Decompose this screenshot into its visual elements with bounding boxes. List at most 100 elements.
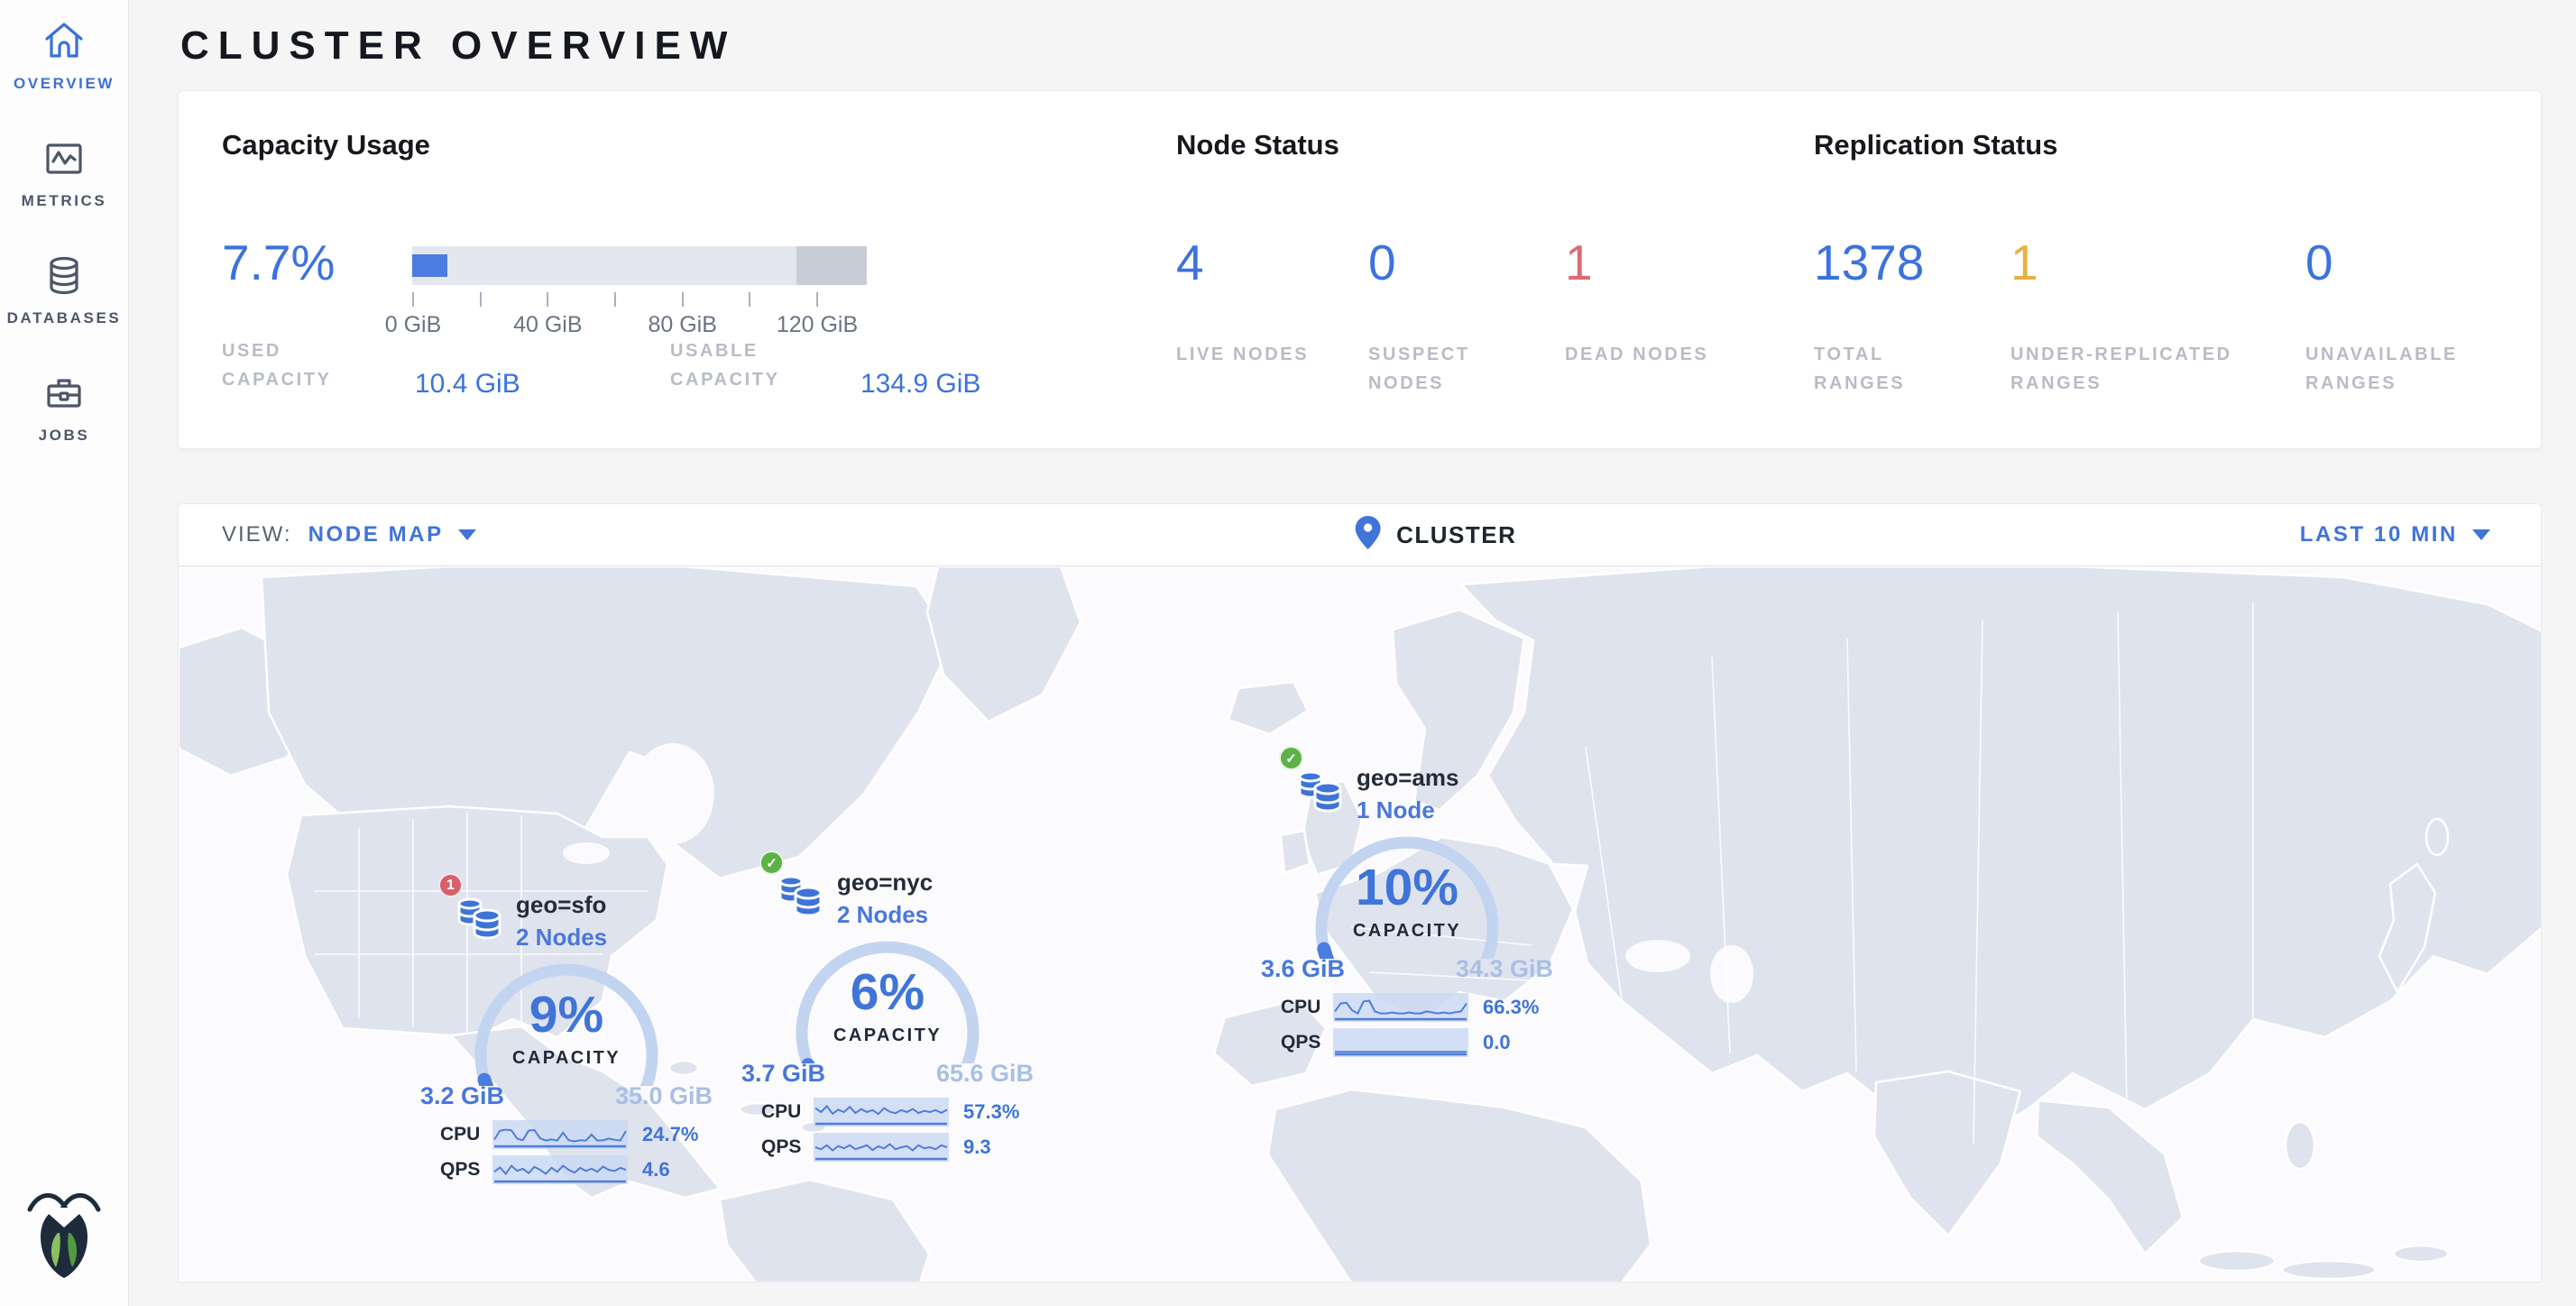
capacity-bar: 0 GiB40 GiB80 GiB120 GiB [412, 246, 867, 339]
breadcrumb-cluster-label: CLUSTER [1396, 521, 1516, 549]
sidebar-item-jobs[interactable]: JOBS [0, 352, 128, 469]
qps-label: QPS [440, 1159, 492, 1181]
database-stack-icon [774, 867, 830, 927]
locality-usable-capacity: 35.0 GiB [615, 1082, 713, 1110]
qps-value: 9.3 [963, 1136, 991, 1159]
unavailable-ranges-count: 0 [2305, 234, 2333, 291]
dead-nodes-label: DEAD NODES [1565, 340, 1718, 369]
locality-name: geo=ams [1357, 764, 1458, 792]
locality-name: geo=sfo [516, 891, 606, 919]
cpu-sparkline [814, 1098, 949, 1127]
qps-label: QPS [761, 1136, 814, 1158]
locality-node-count: 2 Nodes [516, 924, 607, 952]
capacity-word: CAPACITY [413, 1048, 720, 1069]
locality-used-capacity: 3.7 GiB [741, 1060, 825, 1088]
view-mode-dropdown[interactable]: NODE MAP [308, 522, 476, 547]
qps-value: 4.6 [642, 1158, 670, 1182]
capacity-word: CAPACITY [734, 1025, 1041, 1046]
qps-label: QPS [1281, 1032, 1333, 1053]
sidebar-item-label: OVERVIEW [14, 75, 115, 93]
capacity-axis-tick [412, 292, 414, 307]
capacity-axis-tick-label: 0 GiB [385, 312, 442, 338]
live-nodes-label: LIVE NODES [1176, 340, 1329, 369]
cluster-summary-panel: Capacity Usage 7.7% 0 GiB 40 GiB 80 GiB 120… [178, 90, 2542, 449]
database-icon [42, 254, 86, 298]
capacity-axis-tick-label: 40 GiB [513, 312, 582, 338]
map-locality-geo=ams[interactable]: ✓ geo=ams 1 Node 10% CAPACITY [1254, 757, 1560, 1068]
capacity-axis-tick [682, 292, 684, 307]
capacity-axis-tick-label: 120 GiB [777, 312, 858, 338]
sidebar-item-label: DATABASES [7, 309, 122, 327]
capacity-usage-heading: Capacity Usage [222, 129, 430, 161]
usable-capacity-value: 134.9 GiB [860, 369, 980, 400]
sidebar-item-databases[interactable]: DATABASES [0, 235, 128, 352]
database-stack-icon [453, 889, 509, 950]
time-range-value: LAST 10 MIN [2300, 522, 2458, 547]
qps-sparkline [492, 1155, 628, 1184]
sidebar: OVERVIEW METRICS DATABASES [0, 0, 129, 1306]
chevron-down-icon [458, 529, 476, 540]
capacity-word: CAPACITY [1254, 921, 1560, 942]
total-ranges-label: TOTAL RANGES [1814, 340, 1976, 398]
locality-breadcrumb[interactable]: CLUSTER [1355, 516, 1516, 554]
capacity-axis-tick-label: 80 GiB [648, 312, 716, 338]
capacity-axis-tick [614, 292, 616, 307]
dead-nodes-count: 1 [1565, 234, 1593, 291]
suspect-nodes-count: 0 [1368, 234, 1396, 291]
cpu-label: CPU [440, 1124, 492, 1145]
metrics-chart-icon [42, 137, 86, 180]
node-map: 1 geo=sfo 2 Nodes 9% CAPACITY [178, 566, 2542, 1283]
map-locality-geo=nyc[interactable]: ✓ geo=nyc 2 Nodes 6% CAPACITY [734, 861, 1041, 1173]
capacity-axis-tick [480, 292, 482, 307]
capacity-percent: 10% [1254, 858, 1560, 917]
capacity-percent: 6% [734, 962, 1041, 1022]
live-nodes-count: 4 [1176, 234, 1204, 291]
sidebar-item-label: METRICS [22, 192, 107, 210]
cpu-label: CPU [761, 1101, 814, 1123]
cpu-value: 24.7% [642, 1123, 698, 1146]
capacity-axis-tick [749, 292, 750, 307]
cpu-sparkline [492, 1120, 628, 1149]
database-stack-icon [1293, 762, 1349, 823]
capacity-bar-used-segment [412, 254, 447, 277]
time-range-dropdown[interactable]: LAST 10 MIN [2300, 522, 2490, 547]
node-map-toolbar: VIEW: NODE MAP CLUSTER LAST 10 MIN [178, 503, 2542, 566]
under-replicated-ranges-count: 1 [2010, 234, 2038, 291]
sidebar-item-metrics[interactable]: METRICS [0, 117, 128, 235]
used-capacity-label: USED CAPACITY [222, 336, 375, 394]
cpu-label: CPU [1281, 997, 1333, 1018]
capacity-percent: 9% [413, 985, 720, 1044]
capacity-used-percent: 7.7% [222, 234, 335, 291]
locality-used-capacity: 3.2 GiB [420, 1082, 504, 1110]
map-locality-geo=sfo[interactable]: 1 geo=sfo 2 Nodes 9% CAPACITY [413, 884, 720, 1195]
cockroachdb-logo[interactable] [23, 1181, 106, 1286]
locality-node-count: 2 Nodes [837, 901, 928, 929]
cpu-value: 66.3% [1483, 996, 1539, 1019]
page-title: CLUSTER OVERVIEW [180, 23, 736, 69]
node-status-heading: Node Status [1176, 129, 1339, 161]
capacity-axis-tick [547, 292, 548, 307]
replication-status-heading: Replication Status [1814, 129, 2057, 161]
sidebar-item-overview[interactable]: OVERVIEW [0, 0, 128, 117]
cpu-sparkline [1333, 993, 1468, 1022]
total-ranges-count: 1378 [1814, 234, 1924, 291]
locality-usable-capacity: 65.6 GiB [936, 1060, 1034, 1088]
locality-usable-capacity: 34.3 GiB [1456, 955, 1553, 983]
locality-status-badge: 1 [438, 873, 463, 897]
home-icon [42, 20, 86, 63]
qps-value: 0.0 [1483, 1031, 1511, 1054]
suspect-nodes-label: SUSPECT NODES [1368, 340, 1522, 398]
briefcase-icon [42, 372, 86, 415]
qps-sparkline [814, 1133, 949, 1162]
view-mode-value: NODE MAP [308, 522, 444, 547]
used-capacity-value: 10.4 GiB [415, 369, 520, 400]
map-pin-icon [1355, 516, 1380, 554]
capacity-bar-axis: 0 GiB40 GiB80 GiB120 GiB [412, 285, 867, 339]
sidebar-item-label: JOBS [39, 427, 90, 445]
qps-sparkline [1333, 1028, 1468, 1057]
capacity-axis-tick [816, 292, 818, 307]
view-label: VIEW: [222, 522, 292, 547]
usable-capacity-label: USABLE CAPACITY [670, 336, 842, 394]
chevron-down-icon [2472, 529, 2490, 540]
locality-status-badge: ✓ [759, 851, 784, 875]
